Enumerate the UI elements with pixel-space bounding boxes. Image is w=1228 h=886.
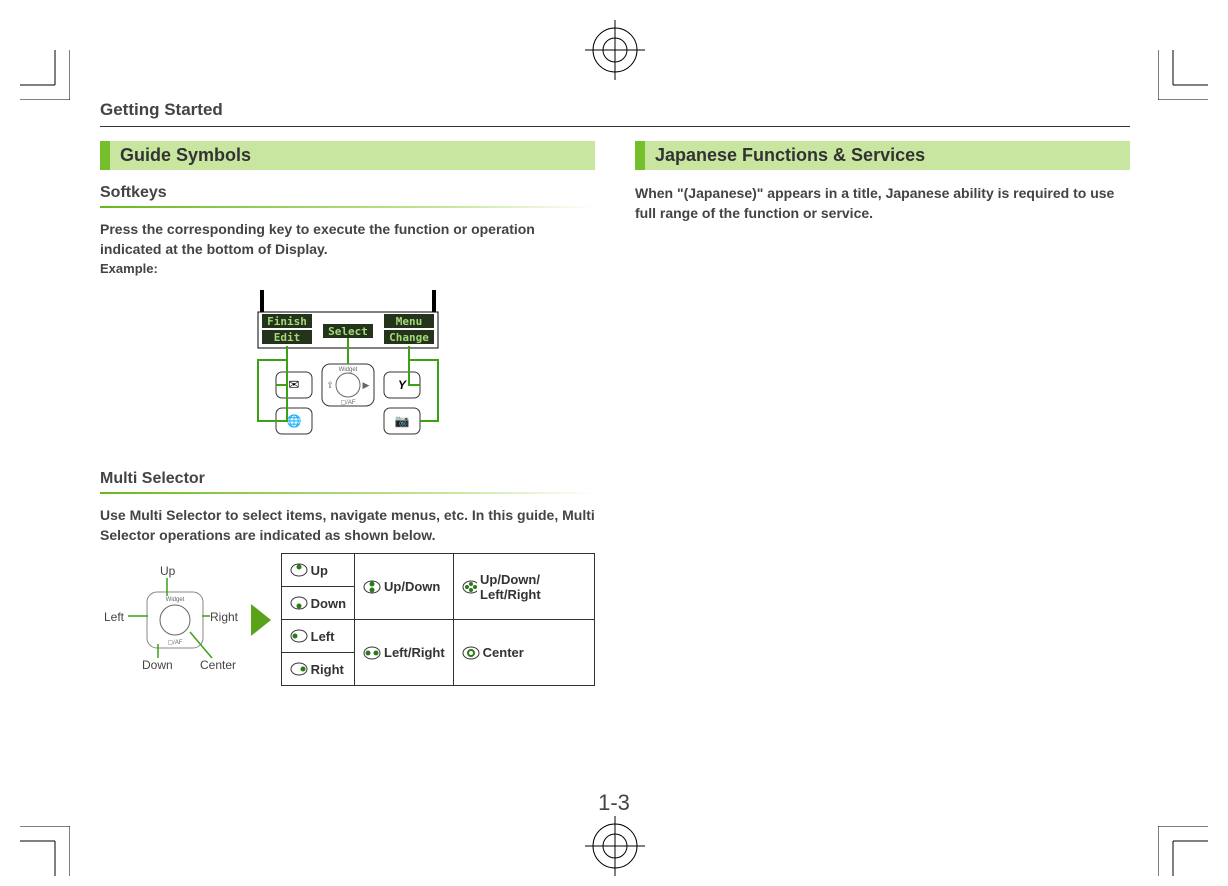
multi-selector-body: Use Multi Selector to select items, navi… bbox=[100, 506, 595, 545]
section-japanese-functions: Japanese Functions & Services bbox=[635, 141, 1130, 170]
softkey-left-bottom: Edit bbox=[273, 331, 300, 344]
dpad-diagram: Up Left Right Down Center Widget ▢/AF bbox=[100, 560, 241, 680]
softkeys-heading: Softkeys bbox=[100, 184, 595, 202]
multi-selector-heading: Multi Selector bbox=[100, 470, 595, 488]
section-guide-symbols: Guide Symbols bbox=[100, 141, 595, 170]
svg-text:✉: ✉ bbox=[288, 377, 299, 392]
japanese-body: When "(Japanese)" appears in a title, Ja… bbox=[635, 184, 1130, 223]
softkey-right-top: Menu bbox=[395, 315, 422, 328]
selector-table: Up Up/Down Up/Down/ Left/Right Down Left… bbox=[281, 553, 595, 686]
example-label: Example: bbox=[100, 261, 595, 276]
svg-text:▶: ▶ bbox=[362, 380, 369, 390]
svg-text:⇧: ⇧ bbox=[326, 380, 334, 390]
svg-text:Y: Y bbox=[397, 378, 406, 392]
softkey-figure: Finish Edit Select Menu Change ✉ bbox=[100, 282, 595, 452]
header-rule bbox=[100, 126, 1130, 127]
underline bbox=[100, 206, 595, 208]
softkey-center: Select bbox=[328, 325, 368, 338]
left-column: Guide Symbols Softkeys Press the corresp… bbox=[100, 141, 595, 686]
right-column: Japanese Functions & Services When "(Jap… bbox=[635, 141, 1130, 686]
page-header: Getting Started bbox=[100, 100, 1130, 120]
softkey-right-bottom: Change bbox=[389, 331, 429, 344]
svg-text:📷: 📷 bbox=[394, 414, 409, 428]
softkey-left-top: Finish bbox=[267, 315, 307, 328]
arrow-icon bbox=[251, 604, 271, 636]
page-number: 1-3 bbox=[598, 790, 630, 816]
svg-text:Widget: Widget bbox=[338, 367, 357, 373]
softkeys-body: Press the corresponding key to execute t… bbox=[100, 220, 595, 259]
underline2 bbox=[100, 492, 595, 494]
svg-text:🌐: 🌐 bbox=[286, 414, 301, 428]
svg-text:▢/AF: ▢/AF bbox=[340, 400, 355, 406]
selector-row: Up Left Right Down Center Widget ▢/AF bbox=[100, 553, 595, 686]
